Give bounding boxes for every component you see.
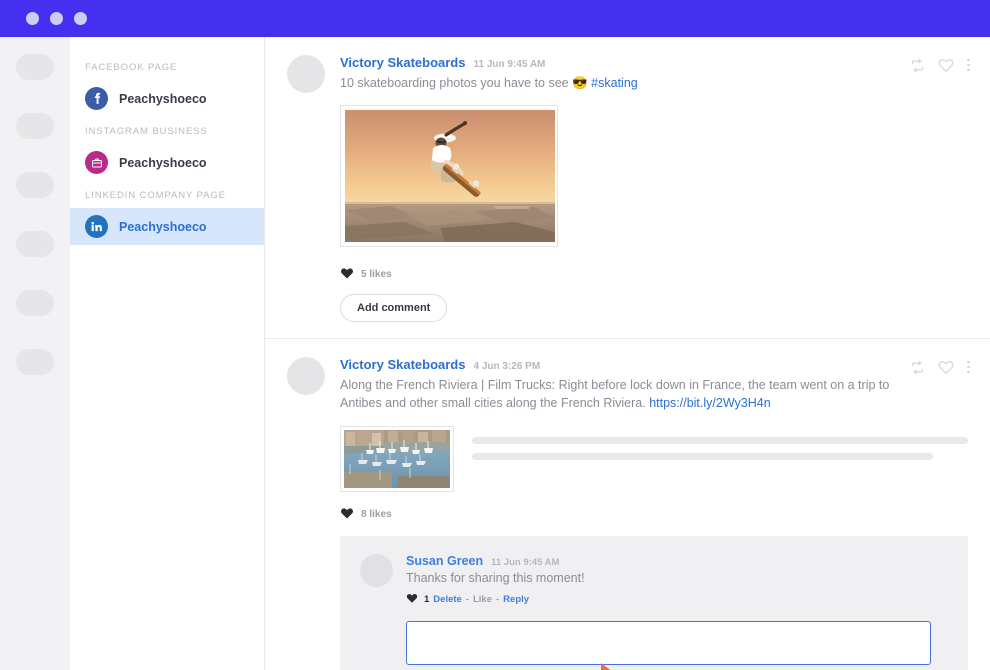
link-preview — [340, 426, 968, 492]
sidebar-item-linkedin-peachyshoeco[interactable]: Peachyshoeco — [70, 208, 264, 245]
window-dot-2[interactable] — [50, 12, 63, 25]
sidebar-item-label: Peachyshoeco — [119, 92, 207, 106]
post-text: 10 skateboarding photos you have to see … — [340, 74, 890, 92]
comment-timestamp: 11 Jun 9:45 AM — [491, 557, 559, 568]
french-riviera-harbor-photo[interactable] — [344, 430, 450, 488]
separator: - — [466, 594, 469, 605]
comment-block: Susan Green 11 Jun 9:45 AM Thanks for sh… — [340, 536, 968, 670]
reply-form: CANCEL ADD REPLY — [406, 621, 948, 670]
post-author[interactable]: Victory Skateboards — [340, 357, 465, 372]
comment-like-count: 1 — [424, 594, 429, 605]
left-icon-rail — [0, 37, 70, 670]
sidebar-item-instagram-peachyshoeco[interactable]: Peachyshoeco — [70, 144, 264, 181]
post-text: Along the French Riviera | Film Trucks: … — [340, 376, 890, 412]
skeleton-line-2 — [472, 453, 933, 460]
comment-like-link[interactable]: Like — [473, 594, 492, 605]
group-label-facebook: FACEBOOK PAGE — [70, 53, 264, 80]
post-like-summary: 8 likes — [340, 506, 968, 522]
comment-delete-link[interactable]: Delete — [433, 594, 462, 605]
link-preview-placeholder — [472, 426, 968, 460]
reply-input[interactable] — [406, 621, 931, 665]
repost-icon[interactable] — [910, 58, 925, 73]
skateboarder-sunset-photo[interactable] — [345, 110, 555, 242]
post-timestamp: 4 Jun 3:26 PM — [473, 361, 540, 372]
sunglasses-emoji: 😎 — [572, 76, 588, 90]
window-dot-1[interactable] — [26, 12, 39, 25]
rail-placeholder-4[interactable] — [16, 231, 54, 257]
facebook-icon — [85, 87, 108, 110]
rail-placeholder-6[interactable] — [16, 349, 54, 375]
like-count: 8 likes — [361, 509, 392, 520]
post-author[interactable]: Victory Skateboards — [340, 55, 465, 70]
add-comment-button[interactable]: Add comment — [340, 294, 447, 322]
rail-placeholder-2[interactable] — [16, 113, 54, 139]
heart-filled-icon — [406, 592, 418, 607]
group-label-linkedin: LINKEDIN COMPANY PAGE — [70, 181, 264, 208]
post-like-summary: 5 likes — [340, 266, 968, 282]
comment-reply-link[interactable]: Reply — [503, 594, 529, 605]
rail-placeholder-3[interactable] — [16, 172, 54, 198]
like-count: 5 likes — [361, 269, 392, 280]
avatar — [287, 357, 325, 395]
comment-actions: 1 Delete - Like - Reply — [406, 592, 948, 607]
post-timestamp: 11 Jun 9:45 AM — [473, 59, 545, 70]
comment-author[interactable]: Susan Green — [406, 554, 483, 568]
more-vertical-icon[interactable] — [967, 361, 970, 374]
separator: - — [496, 594, 499, 605]
sidebar-item-label: Peachyshoeco — [119, 156, 207, 170]
comment-avatar — [360, 554, 393, 587]
instagram-business-icon — [85, 151, 108, 174]
more-vertical-icon[interactable] — [967, 59, 970, 72]
post-text-body: Along the French Riviera | Film Trucks: … — [340, 378, 889, 410]
heart-outline-icon[interactable] — [938, 359, 954, 375]
post-item: Victory Skateboards 11 Jun 9:45 AM 10 sk… — [265, 37, 990, 339]
sidebar-item-facebook-peachyshoeco[interactable]: Peachyshoeco — [70, 80, 264, 117]
heart-filled-icon — [340, 506, 354, 522]
thumbnail-frame — [340, 426, 454, 492]
window-dot-3[interactable] — [74, 12, 87, 25]
post-item: Victory Skateboards 4 Jun 3:26 PM Along … — [265, 339, 990, 670]
comment-item: Susan Green 11 Jun 9:45 AM Thanks for sh… — [360, 554, 948, 607]
sidebar-item-label: Peachyshoeco — [119, 220, 207, 234]
avatar — [287, 55, 325, 93]
skeleton-line-1 — [472, 437, 968, 444]
post-link[interactable]: https://bit.ly/2Wy3H4n — [649, 396, 770, 410]
post-text-body: 10 skateboarding photos you have to see — [340, 76, 572, 90]
heart-outline-icon[interactable] — [938, 57, 954, 73]
rail-placeholder-1[interactable] — [16, 54, 54, 80]
post-hashtag[interactable]: #skating — [588, 76, 638, 90]
app-window: FACEBOOK PAGE Peachyshoeco INSTAGRAM BUS… — [0, 0, 990, 670]
post-media — [340, 105, 968, 252]
comment-text: Thanks for sharing this moment! — [406, 571, 948, 585]
group-label-instagram: INSTAGRAM BUSINESS — [70, 117, 264, 144]
heart-filled-icon — [340, 266, 354, 282]
window-title-bar — [0, 0, 990, 37]
post-actions — [910, 359, 970, 375]
rail-placeholder-5[interactable] — [16, 290, 54, 316]
repost-icon[interactable] — [910, 360, 925, 375]
channel-sidebar: FACEBOOK PAGE Peachyshoeco INSTAGRAM BUS… — [70, 37, 265, 670]
post-actions — [910, 57, 970, 73]
post-feed: Victory Skateboards 11 Jun 9:45 AM 10 sk… — [265, 37, 990, 670]
photo-frame — [340, 105, 558, 247]
linkedin-icon — [85, 215, 108, 238]
